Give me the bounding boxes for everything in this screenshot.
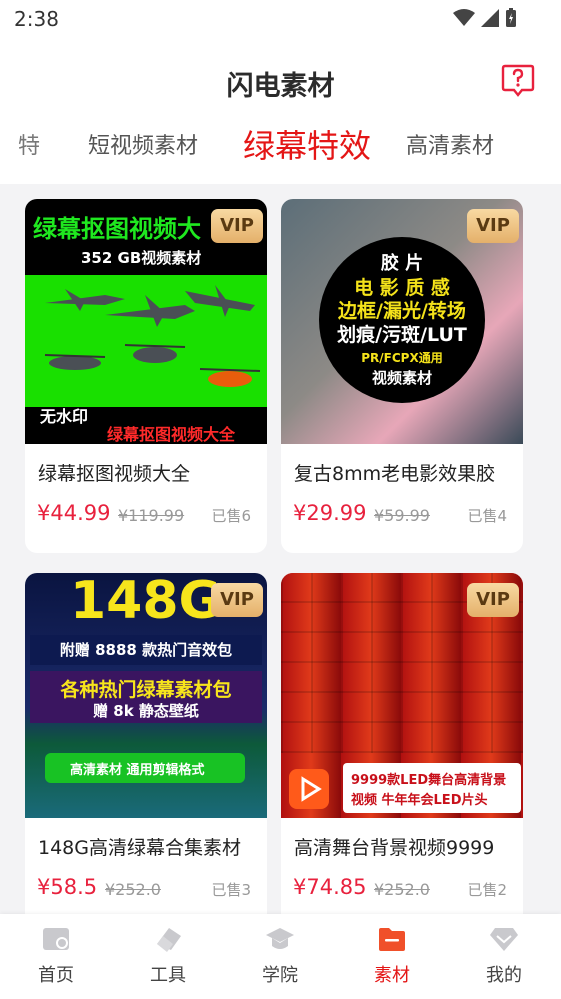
status-time: 2:38	[14, 7, 59, 31]
nav-label: 首页	[38, 965, 74, 986]
product-price: ¥58.5	[37, 875, 98, 899]
category-tabs: 特 短视频素材 绿幕特效 高清素材	[0, 122, 561, 184]
product-thumbnail: 绿幕抠图视频大 352 GB视频素材 无水印 绿幕抠图视频大全 VIP	[25, 199, 267, 444]
status-icons	[453, 8, 517, 28]
tab-short-video[interactable]: 短视频素材	[88, 122, 198, 184]
diamond-icon	[490, 928, 518, 951]
vip-badge: VIP	[211, 583, 263, 617]
wifi-icon	[453, 9, 475, 26]
signal-icon	[481, 9, 499, 27]
title-bar: 闪电素材	[0, 40, 561, 122]
eraser-tool-icon	[157, 928, 181, 952]
graduation-cap-icon	[266, 928, 294, 949]
thumb-line-2: 视频 牛年年会LED片头	[351, 793, 488, 808]
thumb-line-1: 9999款LED舞台高清背景	[351, 773, 507, 788]
play-logo-icon	[289, 769, 329, 809]
nav-label: 我的	[486, 965, 522, 986]
thumb-caption: 绿幕抠图视频大全	[107, 425, 236, 444]
thumb-line-3: 赠 8k 静态壁纸	[93, 702, 199, 720]
product-sold-count: 已售6	[211, 507, 251, 525]
product-card[interactable]: 148G 附赠 8888 款热门音效包 各种热门绿幕素材包 赠 8k 静态壁纸 …	[25, 573, 267, 927]
product-price: ¥44.99	[37, 501, 111, 525]
product-original-price: ¥252.0	[374, 880, 430, 899]
product-name: 绿幕抠图视频大全	[38, 463, 191, 485]
product-thumbnail: 148G 附赠 8888 款热门音效包 各种热门绿幕素材包 赠 8k 静态壁纸 …	[25, 573, 267, 818]
tab-green-screen[interactable]: 绿幕特效	[243, 122, 371, 184]
nav-label: 学院	[262, 965, 298, 986]
product-name: 复古8mm老电影效果胶	[294, 463, 496, 485]
thumb-line-3: 边框/漏光/转场	[338, 300, 466, 322]
thumb-line-6: 视频素材	[371, 369, 432, 387]
nav-item-home[interactable]: 首页	[16, 914, 96, 999]
thumb-line-2: 各种热门绿幕素材包	[60, 679, 232, 701]
product-price: ¥74.85	[293, 875, 367, 899]
nav-label: 工具	[150, 965, 186, 986]
product-card[interactable]: 9999款LED舞台高清背景 视频 牛年年会LED片头 VIP 高清舞台背景视频…	[281, 573, 523, 927]
product-sold-count: 已售3	[211, 881, 251, 899]
vip-badge: VIP	[467, 209, 519, 243]
tab-hd-material[interactable]: 高清素材	[406, 122, 494, 184]
product-price: ¥29.99	[293, 501, 367, 525]
status-bar: 2:38	[0, 0, 561, 40]
help-question-icon[interactable]	[501, 63, 535, 97]
product-name: 148G高清绿幕合集素材	[38, 837, 241, 859]
product-original-price: ¥252.0	[105, 880, 161, 899]
bottom-nav: 首页 工具 学院 素材 我的	[0, 914, 561, 999]
thumb-line-4: 划痕/污斑/LUT	[337, 324, 467, 346]
product-original-price: ¥119.99	[118, 506, 185, 525]
nav-item-materials[interactable]: 素材	[352, 914, 432, 999]
thumb-headline: 绿幕抠图视频大	[33, 215, 201, 243]
product-name: 高清舞台背景视频9999	[294, 837, 495, 859]
thumb-line-1: 胶 片	[380, 253, 424, 274]
product-sold-count: 已售2	[467, 881, 507, 899]
tab-partial[interactable]: 特	[18, 122, 40, 184]
nav-item-tools[interactable]: 工具	[128, 914, 208, 999]
page-title: 闪电素材	[226, 71, 335, 102]
product-sold-count: 已售4	[467, 507, 507, 525]
vip-badge: VIP	[211, 209, 263, 243]
folder-icon	[379, 928, 405, 951]
product-thumbnail: 9999款LED舞台高清背景 视频 牛年年会LED片头 VIP	[281, 573, 523, 818]
product-card[interactable]: 绿幕抠图视频大 352 GB视频素材 无水印 绿幕抠图视频大全 VIP 绿幕抠图…	[25, 199, 267, 553]
product-card[interactable]: 胶 片 电 影 质 感 边框/漏光/转场 划痕/污斑/LUT PR/FCPX通用…	[281, 199, 523, 553]
thumb-badge: 无水印	[40, 407, 89, 426]
home-icon	[43, 928, 69, 950]
vip-badge: VIP	[467, 583, 519, 617]
nav-label: 素材	[374, 965, 410, 986]
thumb-line-4: 高清素材 通用剪辑格式	[70, 763, 205, 778]
thumb-subtitle: 352 GB视频素材	[81, 249, 202, 267]
thumb-line-1: 附赠 8888 款热门音效包	[59, 641, 233, 659]
nav-item-academy[interactable]: 学院	[240, 914, 320, 999]
product-original-price: ¥59.99	[374, 506, 430, 525]
thumb-headline: 148G	[70, 573, 222, 631]
product-thumbnail: 胶 片 电 影 质 感 边框/漏光/转场 划痕/污斑/LUT PR/FCPX通用…	[281, 199, 523, 444]
aircraft-illustration	[44, 285, 261, 387]
nav-item-profile[interactable]: 我的	[464, 914, 544, 999]
product-grid: 绿幕抠图视频大 352 GB视频素材 无水印 绿幕抠图视频大全 VIP 绿幕抠图…	[0, 184, 561, 927]
thumb-line-5: PR/FCPX通用	[361, 351, 443, 365]
battery-icon	[506, 8, 516, 27]
